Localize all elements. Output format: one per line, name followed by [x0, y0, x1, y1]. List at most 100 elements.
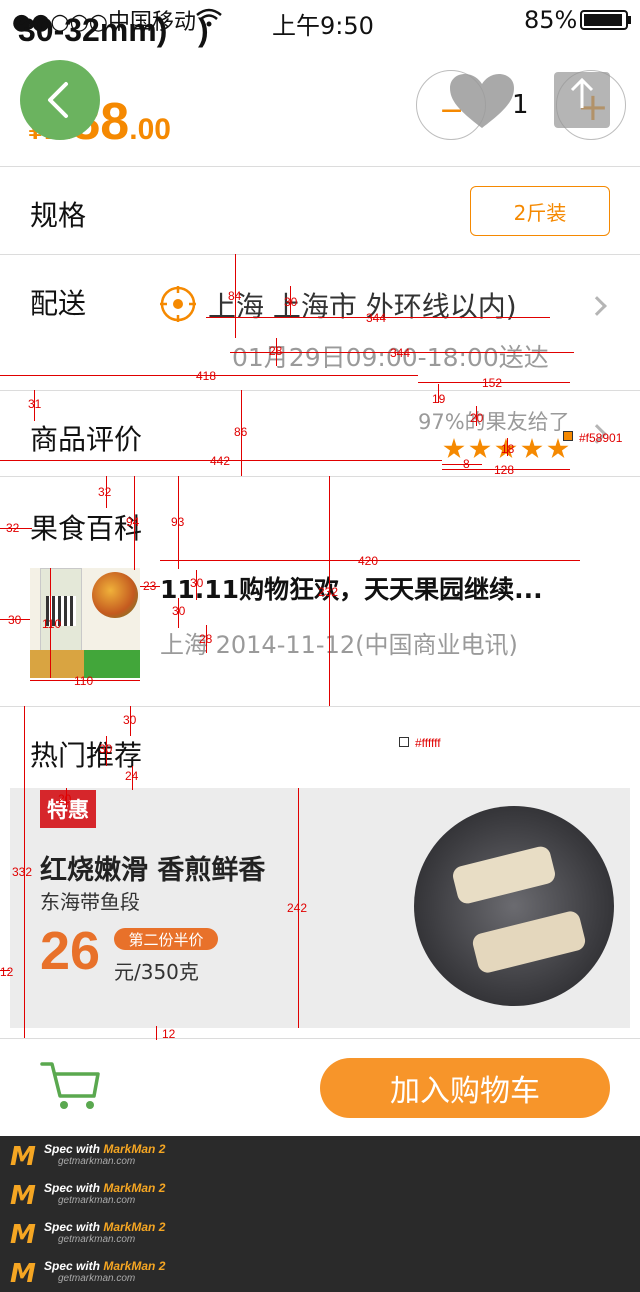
- reviews-summary: 97%的果友给了: [418, 410, 570, 434]
- watermark-url: getmarkman.com: [58, 1156, 136, 1167]
- markman-logo-icon: M: [10, 1259, 36, 1289]
- back-arrow-icon: [48, 82, 68, 118]
- watermark-prefix: Spec with: [44, 1220, 104, 1234]
- measure-label: 93: [171, 515, 185, 529]
- watermark-url: getmarkman.com: [58, 1273, 136, 1284]
- measure-label: 344: [390, 346, 411, 360]
- cart-icon[interactable]: [40, 1060, 102, 1112]
- clock: 上午9:50: [272, 12, 374, 40]
- color-annotation: #f58901: [579, 431, 623, 445]
- article-meta: 上海 2014-11-12(中国商业电讯): [160, 631, 518, 659]
- watermark-prefix: Spec with: [44, 1142, 104, 1156]
- markman-logo-icon: M: [10, 1181, 36, 1211]
- promo-tag: 第二份半价: [114, 928, 218, 950]
- measure-label: 30: [99, 742, 113, 756]
- star-icon: [469, 438, 491, 459]
- star-icon: [443, 438, 465, 459]
- hot-title: 热门推荐: [30, 739, 143, 772]
- measure-label: 30: [284, 295, 298, 309]
- star-icon: [547, 438, 569, 459]
- divider: [0, 476, 640, 477]
- measure-label: 242: [287, 901, 308, 915]
- watermark-url: getmarkman.com: [58, 1234, 136, 1245]
- measure-label: 232: [318, 585, 339, 599]
- measure-label: 28: [269, 344, 283, 358]
- title-overflow-line: 30-32mm): [18, 12, 168, 48]
- watermark-url: getmarkman.com: [58, 1195, 136, 1206]
- reviews-title: 商品评价: [30, 423, 143, 456]
- measure-label: 84: [228, 289, 242, 303]
- divider: [0, 706, 640, 707]
- spec-title: 规格: [30, 199, 87, 232]
- quantity-value: 1: [512, 90, 529, 120]
- watermark-brand: MarkMan 2: [103, 1181, 166, 1195]
- measure-label: 30: [8, 613, 22, 627]
- fish-dish-image: [414, 806, 614, 1006]
- measure-label: 18: [501, 442, 515, 456]
- delivery-location[interactable]: 上海 上海市 外环线以内): [208, 285, 517, 325]
- measure-label: 20: [58, 792, 72, 806]
- delivery-title: 配送: [30, 287, 87, 320]
- banner-unit: 元/350克: [114, 960, 199, 984]
- battery-icon: [580, 10, 631, 30]
- fruit-basket-icon: [92, 572, 138, 618]
- measure-label: 12: [0, 965, 14, 979]
- watermark-brand: MarkMan 2: [103, 1142, 166, 1156]
- measure-label: 32: [6, 521, 20, 535]
- markman-logo-icon: M: [10, 1220, 36, 1250]
- article-headline[interactable]: 11.11购物狂欢，天天果园继续...: [160, 570, 543, 606]
- measure-label: 12: [162, 1027, 176, 1041]
- color-annotation: #ffffff: [415, 736, 441, 750]
- color-swatch-icon: [399, 737, 409, 747]
- measure-label: 30: [123, 713, 137, 727]
- measure-label: 32: [98, 485, 112, 499]
- share-icon[interactable]: [554, 72, 610, 128]
- star-icon: [521, 438, 543, 459]
- measure-label: 19: [432, 392, 446, 406]
- measure-label: 24: [125, 769, 139, 783]
- measure-label: 110: [74, 674, 94, 688]
- banner-headline: 红烧嫩滑 香煎鲜香: [40, 855, 266, 886]
- measure-label: 30: [190, 576, 204, 590]
- measure-label: 31: [28, 397, 42, 411]
- favorite-heart-icon[interactable]: [448, 72, 516, 132]
- measure-label: 94: [126, 515, 140, 529]
- banner-price: 26: [40, 921, 101, 981]
- divider: [0, 166, 640, 167]
- measure-line: [156, 1026, 157, 1040]
- watermark-brand: MarkMan 2: [103, 1220, 166, 1234]
- measure-label: 86: [234, 425, 248, 439]
- measure-label: 20: [470, 411, 484, 425]
- measure-label: 110: [42, 617, 62, 631]
- spec-option-button[interactable]: 2斤装: [470, 186, 610, 236]
- add-to-cart-button[interactable]: 加入购物车: [320, 1058, 610, 1118]
- price-decimal: .00: [129, 113, 171, 146]
- measure-label: 418: [196, 369, 217, 383]
- color-swatch-icon: [563, 431, 573, 441]
- battery-percent: 85%: [524, 6, 578, 34]
- divider: [0, 1038, 640, 1039]
- measure-label: 28: [199, 632, 213, 646]
- watermark-prefix: Spec with: [44, 1259, 104, 1273]
- watermark-prefix: Spec with: [44, 1181, 104, 1195]
- measure-label: 420: [358, 554, 379, 568]
- banner-subtitle: 东海带鱼段: [40, 890, 140, 914]
- location-target-icon: [158, 284, 198, 324]
- markman-logo-icon: M: [10, 1142, 36, 1172]
- back-button[interactable]: [20, 60, 100, 140]
- measure-label: 152: [482, 376, 503, 390]
- promo-banner[interactable]: 特惠 红烧嫩滑 香煎鲜香 东海带鱼段 26 第二份半价 元/350克: [10, 788, 630, 1028]
- chevron-right-icon[interactable]: [587, 296, 607, 316]
- divider: [0, 390, 640, 391]
- measure-label: 344: [366, 311, 387, 325]
- measure-label: 128: [494, 463, 515, 477]
- title-overflow-paren: ): [198, 12, 209, 48]
- divider: [0, 254, 640, 255]
- measure-line: [442, 464, 482, 465]
- watermark-brand: MarkMan 2: [103, 1259, 166, 1273]
- measure-label: 442: [210, 454, 231, 468]
- measure-label: 332: [12, 865, 33, 879]
- measure-label: 30: [172, 604, 186, 618]
- measure-label: 23: [143, 579, 157, 593]
- watermark-bar: M Spec with MarkMan 2 getmarkman.com M S…: [0, 1136, 640, 1292]
